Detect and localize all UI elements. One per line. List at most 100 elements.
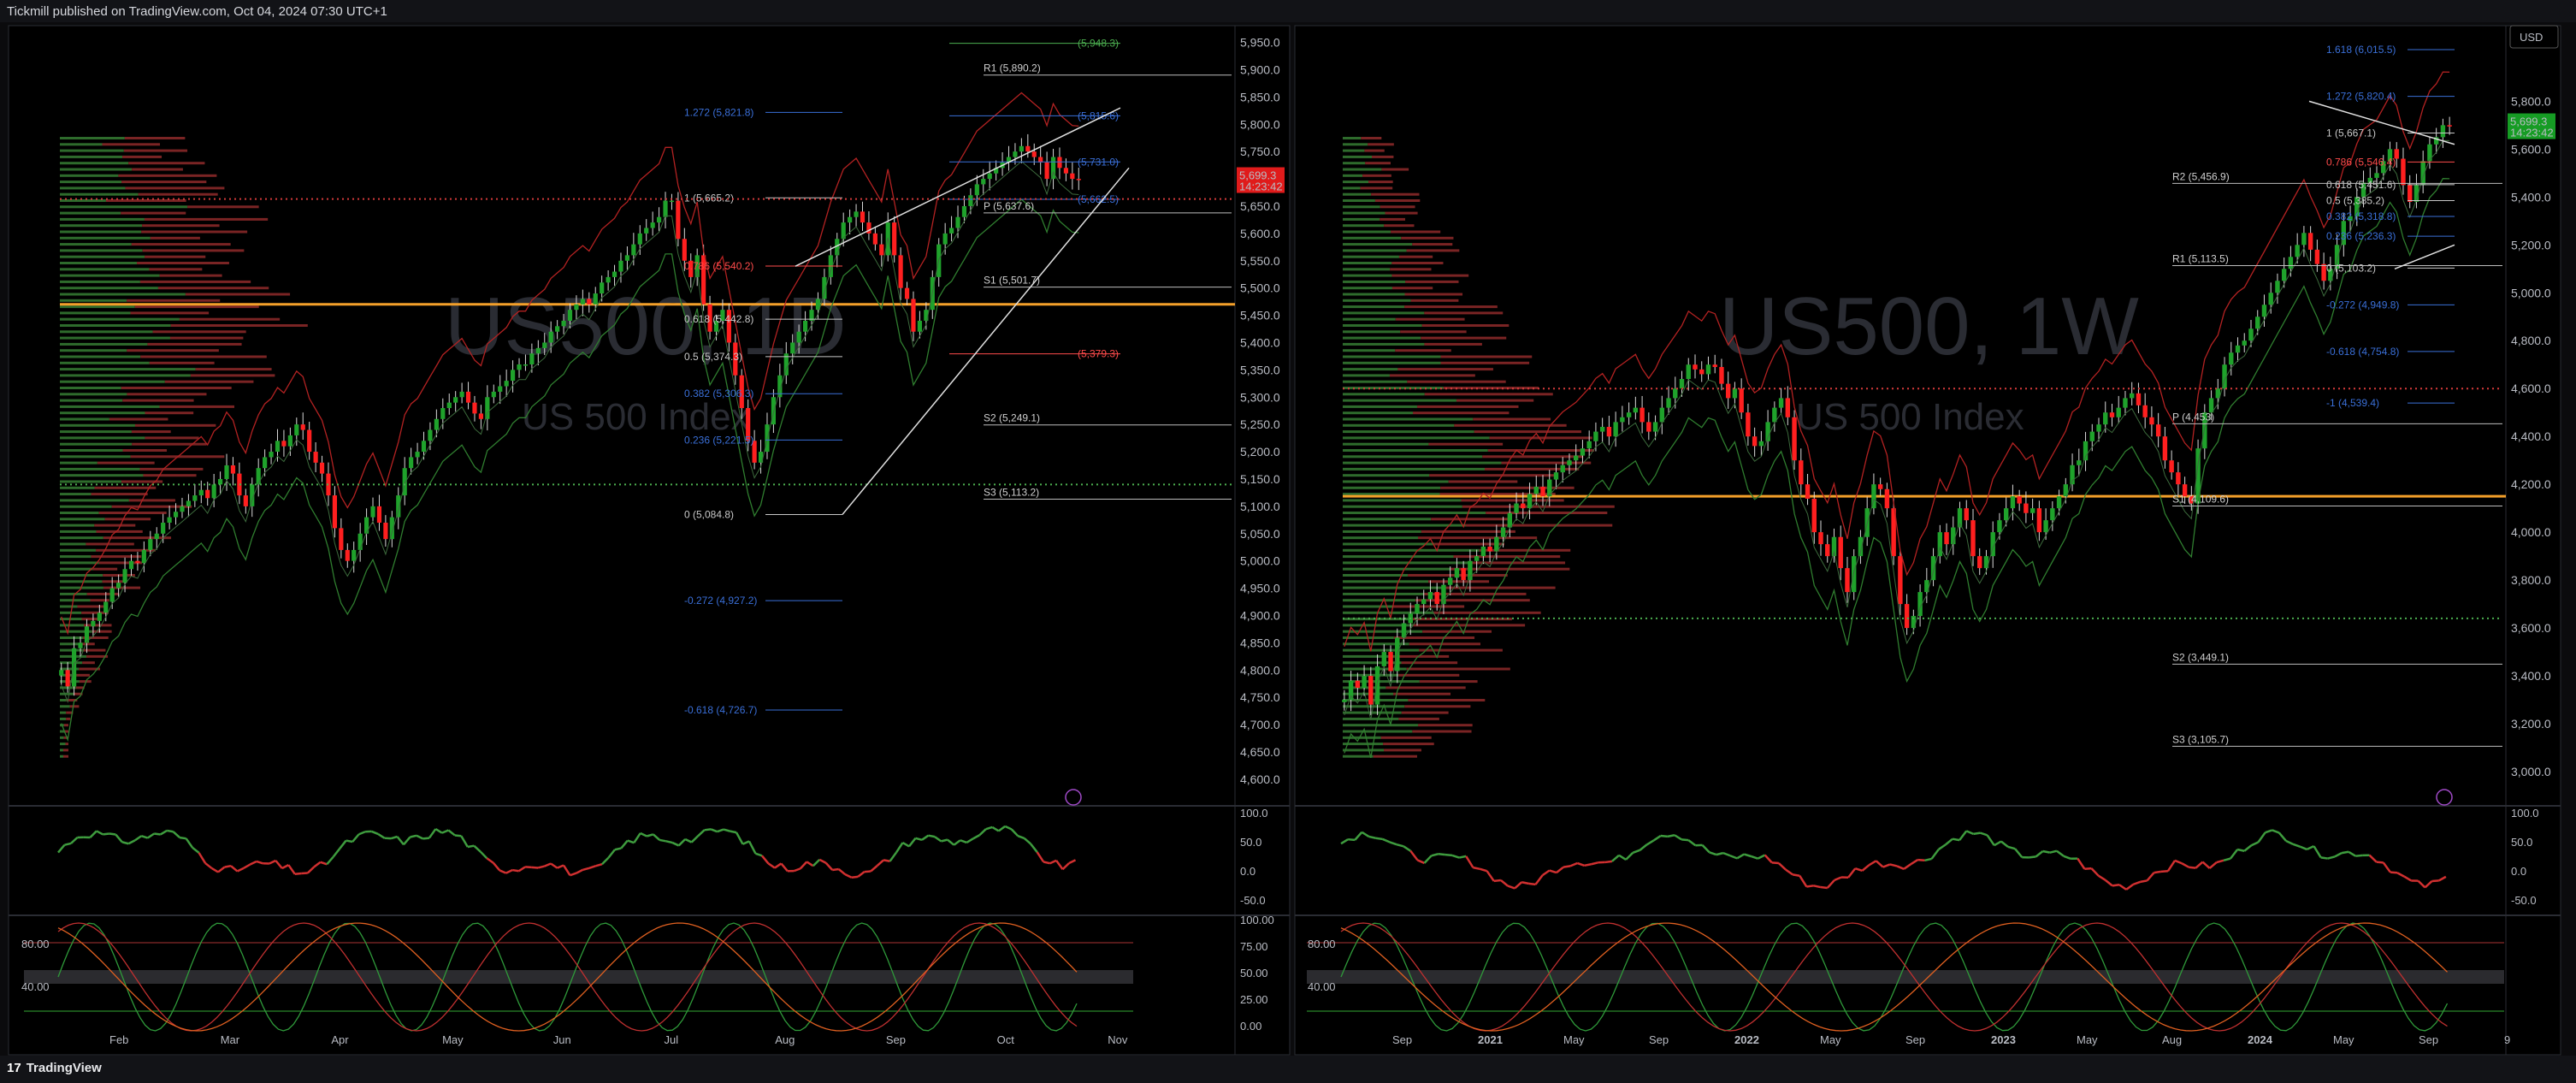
volume-profile-down (82, 661, 95, 665)
volume-profile-up (60, 317, 180, 321)
volume-profile-down (91, 555, 142, 559)
volume-profile-down (122, 449, 168, 452)
volume-profile-down (145, 411, 194, 415)
candle-body (1904, 604, 1910, 629)
candle-body (1521, 503, 1526, 509)
candle-body (1845, 568, 1850, 593)
candle-body (2447, 125, 2452, 127)
volume-profile-down (69, 705, 80, 708)
pivot-label: R2 (5,456.9) (2172, 170, 2230, 182)
volume-profile-up (60, 530, 97, 533)
rsi-line-segment (1820, 885, 1828, 890)
tradingview-logo[interactable]: 17 TradingView (7, 1061, 102, 1075)
candle-body (1838, 536, 1843, 569)
candle-body (1652, 422, 1658, 432)
volume-profile-up (1343, 567, 1451, 571)
volume-profile-up (60, 155, 123, 158)
candle-body (548, 331, 553, 343)
candle-body (2043, 520, 2048, 533)
volume-profile-down (1424, 592, 1527, 595)
volume-profile-up (1343, 586, 1445, 589)
candle-body (2077, 460, 2082, 465)
volume-profile-down (1395, 349, 1451, 352)
stoch-right-tick: 50.00 (1240, 967, 1268, 979)
candle-body (1063, 168, 1069, 174)
volume-profile-down (94, 486, 157, 489)
volume-profile-up (60, 280, 140, 283)
volume-profile-down (65, 743, 68, 746)
rsi-line-segment (2236, 848, 2245, 852)
rsi-line-segment (64, 842, 72, 846)
rsi-line-segment (659, 838, 666, 843)
pivot-label: S3 (3,105.7) (2172, 733, 2229, 745)
currency-button[interactable]: USD (2509, 25, 2559, 49)
volume-profile-down (1397, 368, 1493, 371)
volume-profile-down (1422, 630, 1492, 633)
volume-profile-down (1393, 605, 1465, 608)
candle-body (1825, 544, 1830, 557)
volume-profile-up (60, 224, 143, 228)
fib-level-label: 0.618 (5,451.6) (2326, 179, 2396, 191)
candle-body (1547, 479, 1552, 497)
candle-body (1573, 455, 1579, 461)
volume-profile-up (1343, 374, 1390, 377)
candle-body (230, 465, 236, 474)
volume-profile-up (1343, 230, 1391, 234)
price-tick: 5,650.0 (1240, 199, 1280, 213)
volume-profile-up (60, 405, 160, 408)
candle-body (1580, 448, 1586, 456)
candle-body (2017, 496, 2022, 504)
volume-profile-down (1398, 255, 1433, 258)
time-tick: Feb (109, 1033, 128, 1046)
volume-profile-down (187, 205, 259, 209)
candle-body (2255, 317, 2260, 329)
volume-profile-down (102, 143, 161, 146)
price-tick: 3,000.0 (2511, 765, 2551, 778)
candle-body (618, 260, 623, 272)
rsi-line-segment (1952, 837, 1960, 842)
volume-profile-down (127, 393, 207, 396)
volume-profile-down (1368, 143, 1394, 146)
volume-profile-down (104, 518, 151, 521)
candle-body (1646, 422, 1651, 432)
rsi-line-segment (1438, 852, 1446, 856)
volume-profile-up (1343, 512, 1486, 514)
candle-body (434, 418, 439, 430)
candle-body (1673, 388, 1678, 399)
volume-profile-up (1343, 486, 1441, 489)
candle-body (2116, 407, 2121, 417)
candle-body (465, 391, 471, 403)
volume-profile-down (144, 217, 269, 221)
price-tick: 5,200.0 (2511, 238, 2551, 252)
volume-profile-down (1428, 580, 1490, 583)
volume-profile-up (1343, 743, 1384, 746)
volume-profile-down (76, 673, 90, 677)
fib-level-label: -0.618 (4,754.8) (2326, 346, 2399, 358)
price-tick: 5,300.0 (1240, 390, 1280, 404)
candle-body (1019, 145, 1024, 152)
candle-body (535, 347, 541, 354)
time-tick: 2021 (1478, 1033, 1503, 1046)
time-tick: May (442, 1033, 464, 1046)
volume-profile-up (60, 430, 132, 434)
volume-profile-down (1415, 599, 1530, 602)
volume-profile-down (122, 155, 162, 158)
price-tick: 5,550.0 (1240, 254, 1280, 268)
volume-profile-up (1343, 143, 1368, 146)
price-tick: 5,150.0 (1240, 472, 1280, 486)
rsi-line-segment (1771, 861, 1779, 865)
volume-profile-up (1343, 449, 1488, 452)
candle-body (955, 216, 960, 228)
volume-profile-down (1440, 355, 1533, 358)
candle-body (1454, 568, 1460, 578)
volume-profile-up (60, 423, 135, 427)
price-tick: 3,200.0 (2511, 717, 2551, 731)
candle-body (1013, 151, 1018, 157)
volume-profile-up (60, 380, 165, 383)
rsi-line-segment (2154, 870, 2161, 874)
time-tick: 2024 (2248, 1033, 2273, 1046)
volume-profile-up (1343, 542, 1435, 546)
charts-canvas[interactable]: US500, 1DUS 500 Index1.272 (5,821.8)1 (5… (0, 0, 2576, 1083)
candle-body (300, 424, 305, 430)
rsi-line-segment (928, 834, 936, 838)
